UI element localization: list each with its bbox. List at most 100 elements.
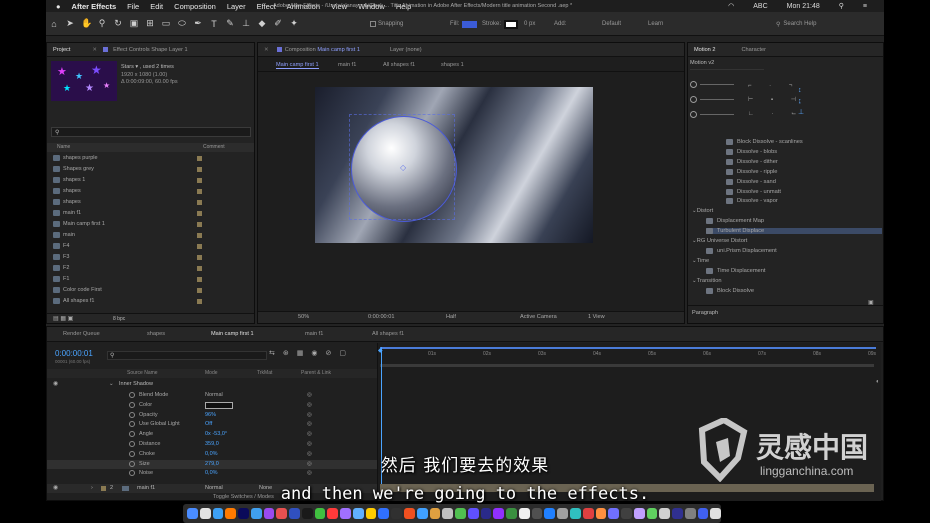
zoom-select[interactable]: 50% (298, 314, 309, 320)
dock-app-icon[interactable] (697, 508, 709, 519)
motion-version-select[interactable]: Motion v2 (690, 60, 764, 70)
dock-app-icon[interactable] (404, 508, 415, 519)
project-search-input[interactable]: ⚲ (51, 127, 251, 137)
stopwatch-icon[interactable] (129, 421, 135, 428)
label-color[interactable] (197, 232, 202, 238)
label-color[interactable] (197, 199, 202, 205)
col-mode[interactable]: Mode (205, 370, 218, 376)
subtab-shapes-1[interactable]: shapes 1 (441, 62, 464, 68)
project-item[interactable]: shapes 1 (53, 175, 253, 186)
link-icon[interactable]: ◎ (307, 392, 312, 398)
stopwatch-icon[interactable] (129, 411, 135, 418)
dock-app-icon[interactable] (608, 508, 620, 519)
footer-icons[interactable]: ▤ ▦ ▣ (53, 315, 73, 322)
property-value[interactable]: 0x -53,0° (205, 431, 227, 437)
effect-preset-item[interactable]: Dissolve - ripple (726, 168, 777, 175)
dock-app-icon[interactable] (531, 508, 543, 519)
label-color[interactable] (197, 188, 202, 194)
link-icon[interactable]: ◎ (307, 412, 312, 418)
stopwatch-icon[interactable] (129, 392, 135, 398)
motion-slider-2[interactable] (700, 99, 734, 100)
dock-app-icon[interactable] (684, 508, 696, 519)
effect-preset-item[interactable]: Dissolve - dither (726, 158, 778, 165)
motion-slider-1[interactable] (700, 84, 734, 85)
app-name-menu[interactable]: After Effects (72, 2, 117, 11)
effect-preset-item[interactable]: Turbulent Displace (706, 228, 882, 235)
col-comment[interactable]: Comment (203, 144, 225, 150)
property-value[interactable]: Normal (205, 392, 223, 398)
label-color[interactable] (197, 243, 202, 249)
dock-app-icon[interactable] (212, 508, 224, 519)
timeline-search-input[interactable]: ⚲ (107, 351, 267, 360)
project-item[interactable]: shapes (53, 197, 253, 208)
tab-shapes[interactable]: shapes (147, 331, 165, 337)
dock-app-icon[interactable] (621, 508, 632, 519)
dock-app-icon[interactable] (455, 508, 466, 519)
effect-preset-item[interactable]: Displacement Map (706, 218, 764, 225)
home-icon[interactable]: ⌂ (49, 19, 59, 29)
dock-app-icon[interactable] (314, 508, 326, 519)
tab-render-queue[interactable]: Render Queue (63, 331, 100, 337)
property-row[interactable]: Distance 359,0 ◎ (47, 440, 377, 450)
timeline-timecode[interactable]: 0:00:00:01 (55, 349, 93, 358)
label-color[interactable] (197, 210, 202, 216)
stroke-width[interactable]: 0 px (524, 12, 535, 36)
tab-main-f1[interactable]: main f1 (305, 331, 323, 337)
property-value[interactable]: 359,0 (205, 441, 219, 447)
effect-preset-item[interactable]: Block Dissolve (706, 287, 754, 294)
playhead-handle[interactable]: ◆ (378, 347, 383, 354)
dock-app-icon[interactable] (595, 508, 607, 519)
time-ruler[interactable]: 01s 02s 03s 04s 05s 06s 07s 08s 09s (378, 351, 878, 361)
col-name[interactable]: Name (57, 144, 70, 150)
dock-app-icon[interactable] (301, 508, 313, 519)
motion-slider-3-knob[interactable] (690, 111, 697, 118)
paragraph-panel-tab[interactable]: Paragraph (688, 305, 883, 323)
dock-app-icon[interactable] (238, 508, 249, 519)
dock-app-icon[interactable] (506, 508, 517, 519)
anchor-point-icon[interactable]: ◇ (400, 163, 406, 172)
menu-edit[interactable]: Edit (150, 2, 163, 11)
view-layout-select[interactable]: 1 View (588, 314, 605, 320)
type-tool-icon[interactable]: T (209, 19, 219, 29)
roto-tool-icon[interactable]: ✐ (273, 18, 283, 29)
label-color[interactable] (197, 155, 202, 161)
dock-app-icon[interactable] (365, 508, 377, 519)
brush-tool-icon[interactable]: ✎ (225, 18, 235, 29)
dock-app-icon[interactable] (225, 508, 237, 519)
clone-tool-icon[interactable]: ⊥ (241, 18, 251, 29)
project-item[interactable]: All shapes f1 (53, 296, 253, 307)
color-swatch[interactable] (205, 401, 233, 409)
graph-editor-icon[interactable]: ◐ (876, 379, 880, 385)
dock-app-icon[interactable] (250, 508, 262, 519)
stopwatch-icon[interactable] (129, 431, 135, 438)
property-value[interactable]: Off (205, 421, 212, 427)
effect-preset-item[interactable]: Dissolve - sand (726, 178, 776, 185)
dock-app-icon[interactable] (582, 508, 594, 519)
input-source[interactable]: ABC (753, 3, 767, 10)
dock-app-icon[interactable] (340, 508, 351, 519)
property-value[interactable]: 96% (205, 412, 216, 418)
apple-icon[interactable]: ● (56, 2, 61, 11)
dock-app-icon[interactable] (187, 508, 198, 519)
fill-swatch[interactable] (462, 21, 477, 28)
project-item[interactable]: F1 (53, 274, 253, 285)
resolution-select[interactable]: Half (446, 314, 456, 320)
dock-app-icon[interactable] (391, 508, 403, 519)
inner-shadow-group[interactable]: ◉ ⌄ Inner Shadow (47, 380, 377, 390)
dock-app-icon[interactable] (480, 508, 492, 519)
bpc-toggle[interactable]: 8 bpc (113, 316, 125, 322)
menu-list-icon[interactable]: ≡ (863, 3, 867, 10)
search-icon[interactable]: ⚲ (839, 2, 844, 10)
hand-tool-icon[interactable]: ✋ (81, 18, 92, 29)
tab-project[interactable]: Project (53, 47, 70, 53)
pan-behind-tool-icon[interactable]: ⊞ (145, 18, 155, 29)
property-row[interactable]: Use Global Light Off ◎ (47, 420, 377, 430)
add-button[interactable]: Add: (554, 12, 566, 36)
motion-arrows-icon[interactable]: ↕ ↨ ⊥ (798, 85, 804, 118)
dock-app-icon[interactable] (442, 508, 454, 519)
dock-app-icon[interactable] (199, 508, 211, 519)
dock-app-icon[interactable] (289, 508, 300, 519)
search-help[interactable]: ⚲ Search Help (776, 12, 816, 36)
project-item[interactable]: Color code First (53, 285, 253, 296)
label-color[interactable] (197, 221, 202, 227)
